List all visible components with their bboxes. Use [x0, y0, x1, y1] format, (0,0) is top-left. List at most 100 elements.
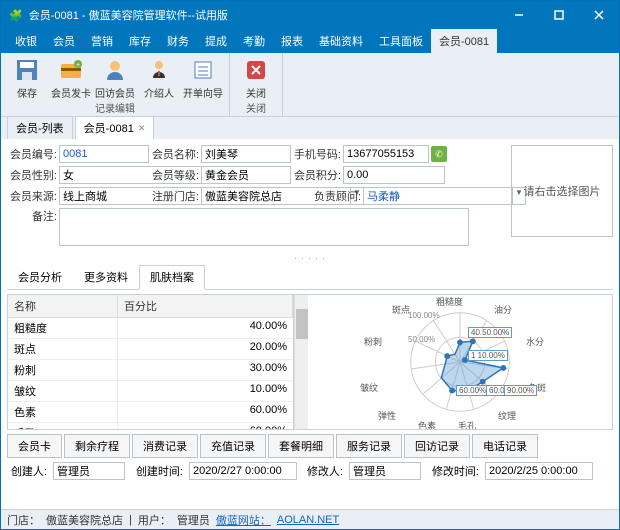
order-wizard-button[interactable]: 开单向导 — [181, 53, 225, 100]
ribbon-group-edit: 保存 +会员发卡 回访会员 介绍人 开单向导 记录编辑 — [1, 53, 230, 116]
tab-member-list[interactable]: 会员-列表 — [7, 116, 73, 139]
remark-textarea[interactable] — [59, 208, 469, 246]
save-icon — [14, 57, 40, 83]
table-row[interactable]: 粉刺30.00% — [8, 360, 293, 381]
menu-toolpanel[interactable]: 工具面板 — [371, 29, 431, 53]
table-row[interactable]: 粗糙度40.00% — [8, 318, 293, 339]
th-name[interactable]: 名称 — [8, 295, 118, 317]
status-user-label: 用户： — [138, 512, 171, 528]
ctime-input[interactable] — [189, 462, 297, 480]
chart-callout: 40.50.00% — [468, 327, 512, 338]
axis-label: 弹性 — [378, 409, 396, 422]
tab-moreinfo[interactable]: 更多资料 — [73, 265, 139, 289]
audit-row: 创建人: 创建时间: 修改人: 修改时间: — [7, 462, 613, 480]
level-input[interactable] — [201, 166, 291, 184]
content: 会员编号: 会员名称: 手机号码: ✆ 会员性别: ▼ 会员等级: 会员积分: … — [1, 139, 619, 486]
phone-icon[interactable]: ✆ — [431, 146, 447, 162]
minimize-button[interactable] — [499, 1, 539, 29]
gender-label: 会员性别: — [7, 167, 59, 183]
btn-recharge[interactable]: 充值记录 — [200, 434, 266, 458]
menu-basedata[interactable]: 基础资料 — [311, 29, 371, 53]
document-tabs: 会员-列表 会员-0081✕ — [1, 117, 619, 139]
source-label: 会员来源: — [7, 188, 59, 204]
maximize-button[interactable] — [539, 1, 579, 29]
btn-visit-log[interactable]: 回访记录 — [404, 434, 470, 458]
referrer-button[interactable]: 介绍人 — [137, 53, 181, 100]
btn-package[interactable]: 套餐明细 — [268, 434, 334, 458]
menu-report[interactable]: 报表 — [273, 29, 311, 53]
btn-call-log[interactable]: 电话记录 — [472, 434, 538, 458]
th-pct[interactable]: 百分比 — [118, 295, 293, 317]
table-scrollbar[interactable] — [294, 295, 308, 429]
chart-callout: 60.00% — [456, 385, 489, 396]
advisor-select[interactable] — [363, 187, 512, 205]
svg-text:+: + — [76, 62, 80, 69]
btn-remaining[interactable]: 剩余疗程 — [64, 434, 130, 458]
table-row[interactable]: 斑点20.00% — [8, 339, 293, 360]
menu-member[interactable]: 会员 — [45, 29, 83, 53]
card-icon: + — [58, 57, 84, 83]
chart-callout: 1 10.00% — [468, 350, 508, 361]
photo-hint: 请右击选择图片 — [524, 183, 601, 199]
skin-table: 名称 百分比 粗糙度40.00% 斑点20.00% 粉刺30.00% 皱纹10.… — [8, 295, 294, 429]
phone-label: 手机号码: — [291, 146, 343, 162]
radar-chart: 粗糙度 油分 水分 色斑 纹理 毛孔 色素 弹性 皱纹 粉刺 斑点 50.00%… — [308, 295, 612, 429]
axis-label: 皱纹 — [360, 381, 378, 394]
regstore-label: 注册门店: — [149, 188, 201, 204]
remark-label: 备注: — [7, 208, 59, 224]
axis-label: 色素 — [418, 419, 436, 430]
ring-label: 100.00% — [408, 311, 440, 320]
creator-input[interactable] — [53, 462, 125, 480]
status-store: 傲蓝美容院总店 — [46, 512, 123, 528]
table-row[interactable]: 色素60.00% — [8, 402, 293, 423]
tab-member-0081[interactable]: 会员-0081✕ — [75, 116, 155, 139]
status-site-link[interactable]: AOLAN.NET — [277, 514, 339, 526]
table-row[interactable]: 毛孔60.00% — [8, 423, 293, 430]
menu-commission[interactable]: 提成 — [197, 29, 235, 53]
titlebar: 🧩 会员-0081 - 傲蓝美容院管理软件--试用版 — [1, 1, 619, 29]
btn-consume[interactable]: 消费记录 — [132, 434, 198, 458]
close-tab-icon[interactable]: ✕ — [138, 123, 146, 134]
btn-member-card[interactable]: 会员卡 — [7, 434, 62, 458]
editor-input[interactable] — [349, 462, 421, 480]
tab-skinfile[interactable]: 肌肤档案 — [139, 265, 205, 290]
level-label: 会员等级: — [149, 167, 201, 183]
menubar: 收银 会员 营销 库存 财务 提成 考勤 报表 基础资料 工具面板 会员-008… — [1, 29, 619, 53]
status-site-label[interactable]: 傲蓝网站： — [216, 512, 271, 528]
wizard-icon — [190, 57, 216, 83]
close-button[interactable] — [579, 1, 619, 29]
editor-label: 修改人: — [301, 463, 345, 479]
save-button[interactable]: 保存 — [5, 53, 49, 100]
close-record-button[interactable]: 关闭 — [234, 53, 278, 100]
mtime-input[interactable] — [485, 462, 593, 480]
visit-button[interactable]: 回访会员 — [93, 53, 137, 100]
skin-panel: 名称 百分比 粗糙度40.00% 斑点20.00% 粉刺30.00% 皱纹10.… — [7, 294, 613, 430]
advisor-label: 负责顾问: — [307, 188, 363, 204]
menu-marketing[interactable]: 营销 — [83, 29, 121, 53]
menu-current-member[interactable]: 会员-0081 — [431, 29, 497, 53]
creator-label: 创建人: — [7, 463, 49, 479]
tab-analysis[interactable]: 会员分析 — [7, 265, 73, 289]
issue-card-button[interactable]: +会员发卡 — [49, 53, 93, 100]
name-label: 会员名称: — [149, 146, 201, 162]
divider: . . . . . — [7, 249, 613, 263]
menu-finance[interactable]: 财务 — [159, 29, 197, 53]
code-input[interactable] — [59, 145, 149, 163]
menu-cashier[interactable]: 收银 — [7, 29, 45, 53]
status-store-label: 门店： — [7, 512, 40, 528]
menu-stock[interactable]: 库存 — [121, 29, 159, 53]
ctime-label: 创建时间: — [129, 463, 185, 479]
code-label: 会员编号: — [7, 146, 59, 162]
status-user: 管理员 — [177, 512, 210, 528]
axis-label: 粉刺 — [364, 335, 382, 348]
btn-service[interactable]: 服务记录 — [336, 434, 402, 458]
phone-input[interactable] — [343, 145, 429, 163]
table-row[interactable]: 皱纹10.00% — [8, 381, 293, 402]
referrer-icon — [146, 57, 172, 83]
menu-attendance[interactable]: 考勤 — [235, 29, 273, 53]
ring-label: 50.00% — [408, 335, 435, 344]
points-input[interactable] — [343, 166, 445, 184]
window-title: 会员-0081 - 傲蓝美容院管理软件--试用版 — [29, 7, 228, 23]
name-input[interactable] — [201, 145, 291, 163]
photo-picker[interactable]: 请右击选择图片 — [511, 145, 613, 237]
